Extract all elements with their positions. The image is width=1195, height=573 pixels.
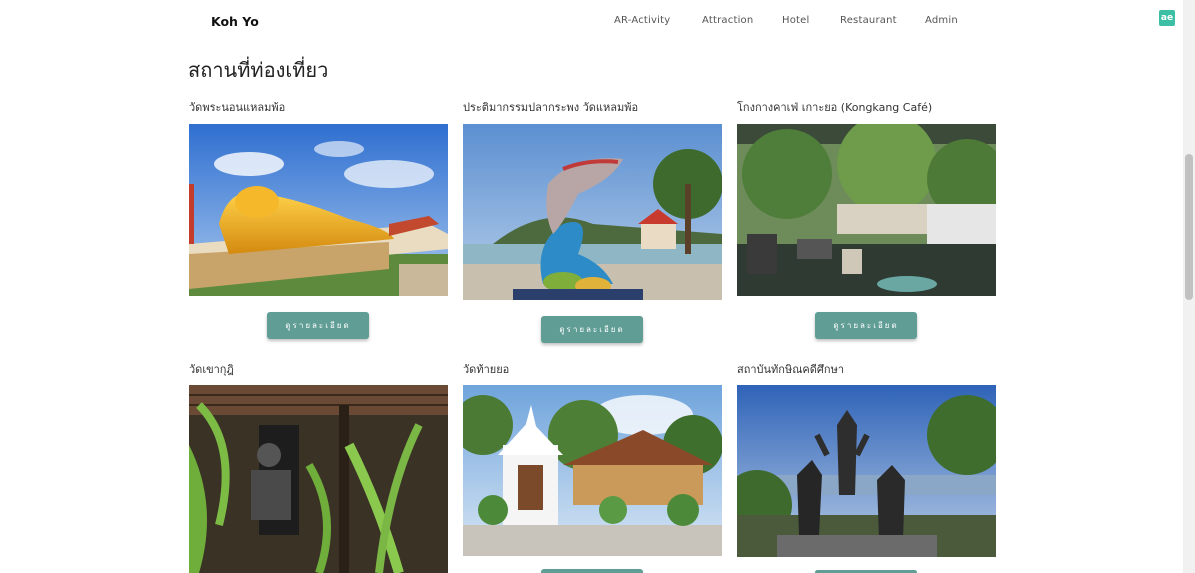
view-details-button[interactable]: ดูรายละเอียด — [541, 316, 643, 343]
card-title[interactable]: ประติมากรรมปลากระพง วัดแหลมพ้อ — [463, 98, 723, 114]
page: Koh Yo AR-Activity Attraction Hotel Rest… — [0, 0, 1195, 573]
attraction-card: โกงกางคาเฟ่ เกาะยอ (Kongkang Café) ดูราย… — [737, 98, 997, 339]
nav-link-restaurant[interactable]: Restaurant — [840, 15, 897, 26]
nav-link-ar-activity[interactable]: AR-Activity — [614, 15, 670, 26]
card-title[interactable]: สถาบันทักษิณคดีศึกษา — [737, 360, 997, 376]
card-title[interactable]: วัดท้ายยอ — [463, 360, 723, 376]
card-image[interactable] — [189, 385, 448, 573]
navbar: Koh Yo AR-Activity Attraction Hotel Rest… — [0, 0, 1183, 44]
card-image[interactable] — [463, 385, 722, 556]
attraction-card: ประติมากรรมปลากระพง วัดแหลมพ้อ ดูรายละเอ… — [463, 98, 723, 343]
card-image[interactable] — [737, 124, 996, 296]
scrollbar[interactable] — [1183, 0, 1195, 573]
card-image[interactable] — [463, 124, 722, 300]
attraction-card: วัดเขากุฎิ — [189, 360, 449, 573]
card-title[interactable]: วัดพระนอนแหลมพ้อ — [189, 98, 449, 114]
card-title[interactable]: โกงกางคาเฟ่ เกาะยอ (Kongkang Café) — [737, 98, 997, 114]
card-image[interactable] — [189, 124, 448, 296]
view-details-button[interactable] — [541, 569, 643, 573]
nav-link-admin[interactable]: Admin — [925, 15, 958, 26]
nav-link-attraction[interactable]: Attraction — [702, 15, 753, 26]
nav-links: AR-Activity Attraction Hotel Restaurant … — [0, 15, 1183, 31]
page-title: สถานที่ท่องเที่ยว — [188, 58, 329, 82]
view-details-button[interactable]: ดูรายละเอียด — [267, 312, 369, 339]
card-title[interactable]: วัดเขากุฎิ — [189, 360, 449, 376]
scrollbar-thumb[interactable] — [1185, 154, 1193, 300]
nav-link-hotel[interactable]: Hotel — [782, 15, 810, 26]
view-details-button[interactable]: ดูรายละเอียด — [815, 312, 917, 339]
card-image[interactable] — [737, 385, 996, 557]
extension-icon[interactable]: ae — [1159, 10, 1175, 26]
attraction-card: วัดท้ายยอ — [463, 360, 723, 573]
attraction-card: วัดพระนอนแหลมพ้อ ดูรายละเอียด — [189, 98, 449, 339]
attraction-card: สถาบันทักษิณคดีศึกษา — [737, 360, 997, 573]
